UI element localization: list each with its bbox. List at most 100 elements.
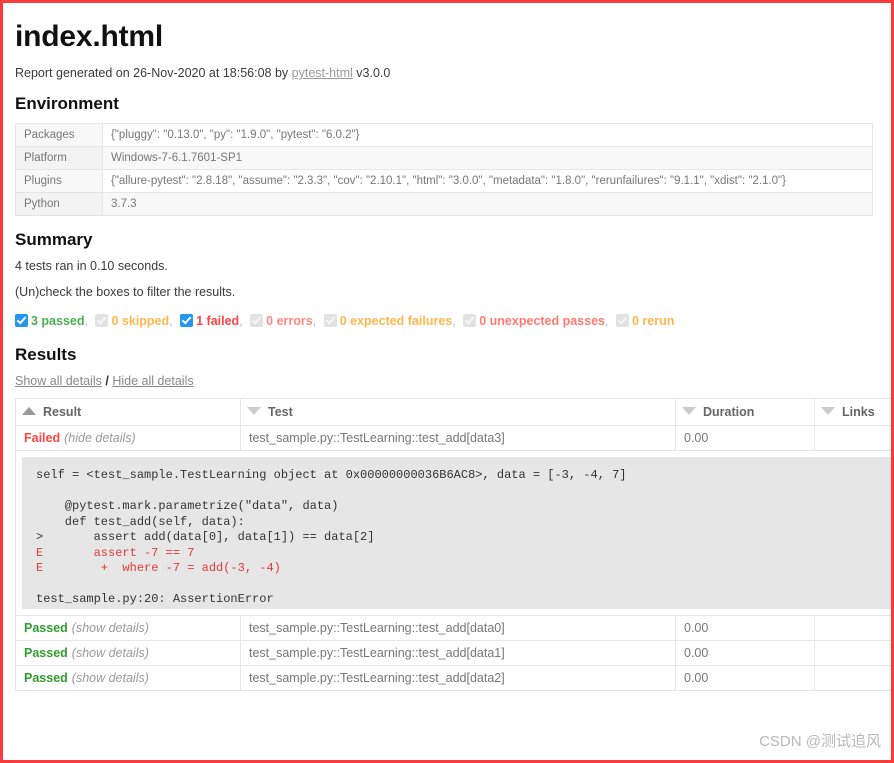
- column-header-result[interactable]: Result: [15, 398, 241, 426]
- filter-rerun[interactable]: 0 rerun: [615, 311, 675, 331]
- environment-row-packages: Packages {"pluggy": "0.13.0", "py": "1.9…: [15, 123, 873, 147]
- result-cell[interactable]: Passed (show details): [15, 640, 241, 666]
- hide-details-toggle[interactable]: (hide details): [64, 431, 136, 445]
- table-row[interactable]: Passed (show details) test_sample.py::Tes…: [15, 665, 891, 691]
- show-all-details-link[interactable]: Show all details: [15, 374, 102, 388]
- page-title: index.html: [15, 20, 164, 53]
- environment-row-platform: Platform Windows-7-6.1.7601-SP1: [15, 146, 873, 170]
- links-cell: [814, 615, 891, 641]
- environment-key: Python: [15, 192, 103, 216]
- table-row[interactable]: Passed (show details) test_sample.py::Tes…: [15, 615, 891, 641]
- filter-passed[interactable]: 3 passed,: [15, 311, 88, 331]
- status-badge-passed: Passed: [24, 646, 68, 660]
- environment-key: Plugins: [15, 169, 103, 193]
- pytest-html-link[interactable]: pytest-html: [292, 66, 353, 80]
- column-header-links-label: Links: [842, 405, 875, 419]
- result-cell[interactable]: Passed (show details): [15, 615, 241, 641]
- traceback-text: self = <test_sample.TestLearning object …: [22, 457, 891, 609]
- traceback-line-1: self = <test_sample.TestLearning object …: [36, 468, 627, 482]
- duration-cell: 0.00: [675, 665, 815, 691]
- traceback-panel[interactable]: self = <test_sample.TestLearning object …: [22, 457, 891, 609]
- column-header-duration[interactable]: Duration: [675, 398, 815, 426]
- status-badge-failed: Failed: [24, 431, 61, 445]
- duration-cell: 0.00: [675, 640, 815, 666]
- filter-sep: ,: [84, 314, 88, 328]
- environment-value: {"allure-pytest": "2.8.18", "assume": "2…: [102, 169, 873, 193]
- summary-heading: Summary: [15, 230, 93, 249]
- column-header-test-label: Test: [268, 405, 293, 419]
- links-separator: /: [105, 374, 109, 388]
- filter-label-rerun: 0 rerun: [631, 314, 675, 328]
- checkbox-errors[interactable]: [250, 314, 264, 327]
- links-cell: [814, 665, 891, 691]
- filter-label-unexpected-passes: 0 unexpected passes: [479, 314, 605, 328]
- environment-row-plugins: Plugins {"allure-pytest": "2.8.18", "ass…: [15, 169, 873, 193]
- column-header-links[interactable]: Links: [814, 398, 891, 426]
- filter-errors[interactable]: 0 errors,: [250, 311, 316, 331]
- filter-label-passed: 3 passed: [31, 314, 85, 328]
- detail-toggle-links: Show all details / Hide all details: [15, 374, 879, 388]
- result-cell[interactable]: Passed (show details): [15, 665, 241, 691]
- checkbox-passed[interactable]: [15, 314, 28, 327]
- tool-version: v3.0.0: [356, 66, 391, 80]
- show-details-toggle[interactable]: (show details): [72, 621, 149, 635]
- results-table: Result Test Duration Links Failed (hide …: [15, 398, 891, 691]
- traceback-line-4: def test_add(self, data):: [36, 514, 245, 529]
- table-row[interactable]: Passed (show details) test_sample.py::Tes…: [15, 640, 891, 666]
- hide-all-details-link[interactable]: Hide all details: [112, 374, 193, 388]
- traceback-error-line-2: E + where -7 = add(-3, -4): [36, 561, 281, 575]
- filter-sep: ,: [452, 314, 456, 328]
- results-header-row: Result Test Duration Links: [15, 398, 891, 426]
- traceback-line-3: @pytest.mark.parametrize("data", data): [36, 499, 339, 513]
- generated-by-word: by: [274, 66, 289, 80]
- show-details-toggle[interactable]: (show details): [72, 646, 149, 660]
- test-name-cell: test_sample.py::TestLearning::test_add[d…: [240, 665, 676, 691]
- traceback-error-line-1: E assert -7 == 7: [36, 545, 195, 560]
- summary-run-line: 4 tests ran in 0.10 seconds.: [15, 259, 168, 273]
- traceback-cell: self = <test_sample.TestLearning object …: [15, 450, 891, 616]
- generated-prefix: Report generated on: [15, 66, 130, 80]
- generated-date: 26-Nov-2020: [133, 66, 206, 80]
- generated-at-word: at: [208, 66, 220, 80]
- filter-skipped[interactable]: 0 skipped,: [95, 311, 173, 331]
- sort-descending-icon[interactable]: [821, 407, 835, 415]
- checkbox-unexpected-passes[interactable]: [463, 314, 477, 327]
- filter-unexpected-passes[interactable]: 0 unexpected passes,: [463, 311, 608, 331]
- environment-table: Packages {"pluggy": "0.13.0", "py": "1.9…: [15, 123, 873, 216]
- filter-sep: ,: [605, 314, 609, 328]
- environment-row-python: Python 3.7.3: [15, 192, 873, 216]
- status-badge-passed: Passed: [24, 671, 68, 685]
- test-name-cell: test_sample.py::TestLearning::test_add[d…: [240, 425, 676, 451]
- filter-failed[interactable]: 1 failed,: [180, 311, 243, 331]
- duration-cell: 0.00: [675, 615, 815, 641]
- checkbox-expected-failures[interactable]: [323, 314, 337, 327]
- report-body: index.html Report generated on 26-Nov-20…: [3, 3, 891, 760]
- filter-sep: ,: [312, 314, 317, 328]
- column-header-test[interactable]: Test: [240, 398, 676, 426]
- result-cell[interactable]: Failed (hide details): [15, 425, 241, 451]
- sort-descending-icon[interactable]: [247, 407, 261, 415]
- column-header-duration-label: Duration: [703, 405, 755, 419]
- table-row[interactable]: Failed (hide details) test_sample.py::Tes…: [15, 425, 891, 451]
- test-name-cell: test_sample.py::TestLearning::test_add[d…: [240, 615, 676, 641]
- filter-label-expected-failures: 0 expected failures: [339, 314, 453, 328]
- filter-label-errors: 0 errors: [266, 314, 313, 328]
- checkbox-skipped[interactable]: [95, 314, 109, 327]
- checkbox-rerun[interactable]: [615, 314, 629, 327]
- duration-cell: 0.00: [675, 425, 815, 451]
- environment-key: Packages: [15, 123, 103, 147]
- environment-value: Windows-7-6.1.7601-SP1: [102, 146, 873, 170]
- show-details-toggle[interactable]: (show details): [72, 671, 149, 685]
- summary-filter-hint: (Un)check the boxes to filter the result…: [15, 285, 236, 299]
- environment-heading: Environment: [15, 94, 119, 113]
- sort-descending-icon[interactable]: [682, 407, 696, 415]
- filter-sep: ,: [169, 314, 173, 328]
- filter-expected-failures[interactable]: 0 expected failures,: [323, 311, 456, 331]
- environment-value: 3.7.3: [102, 192, 873, 216]
- sort-ascending-icon[interactable]: [22, 407, 36, 415]
- filter-label-failed: 1 failed: [196, 314, 240, 328]
- status-badge-passed: Passed: [24, 621, 68, 635]
- checkbox-failed[interactable]: [180, 314, 194, 327]
- report-page: index.html Report generated on 26-Nov-20…: [0, 0, 894, 763]
- report-generated-line: Report generated on 26-Nov-2020 at 18:56…: [15, 66, 879, 80]
